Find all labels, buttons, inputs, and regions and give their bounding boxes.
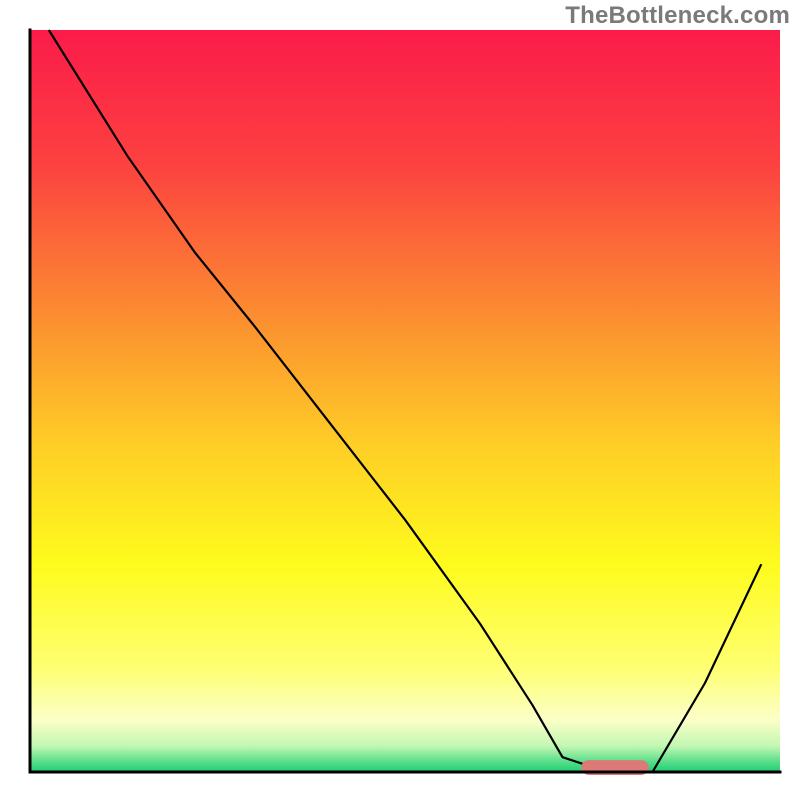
gradient-background <box>30 30 780 772</box>
chart-container: { "watermark": "TheBottleneck.com", "cha… <box>0 0 800 800</box>
watermark-text: TheBottleneck.com <box>565 2 790 30</box>
bottleneck-chart <box>0 0 800 800</box>
